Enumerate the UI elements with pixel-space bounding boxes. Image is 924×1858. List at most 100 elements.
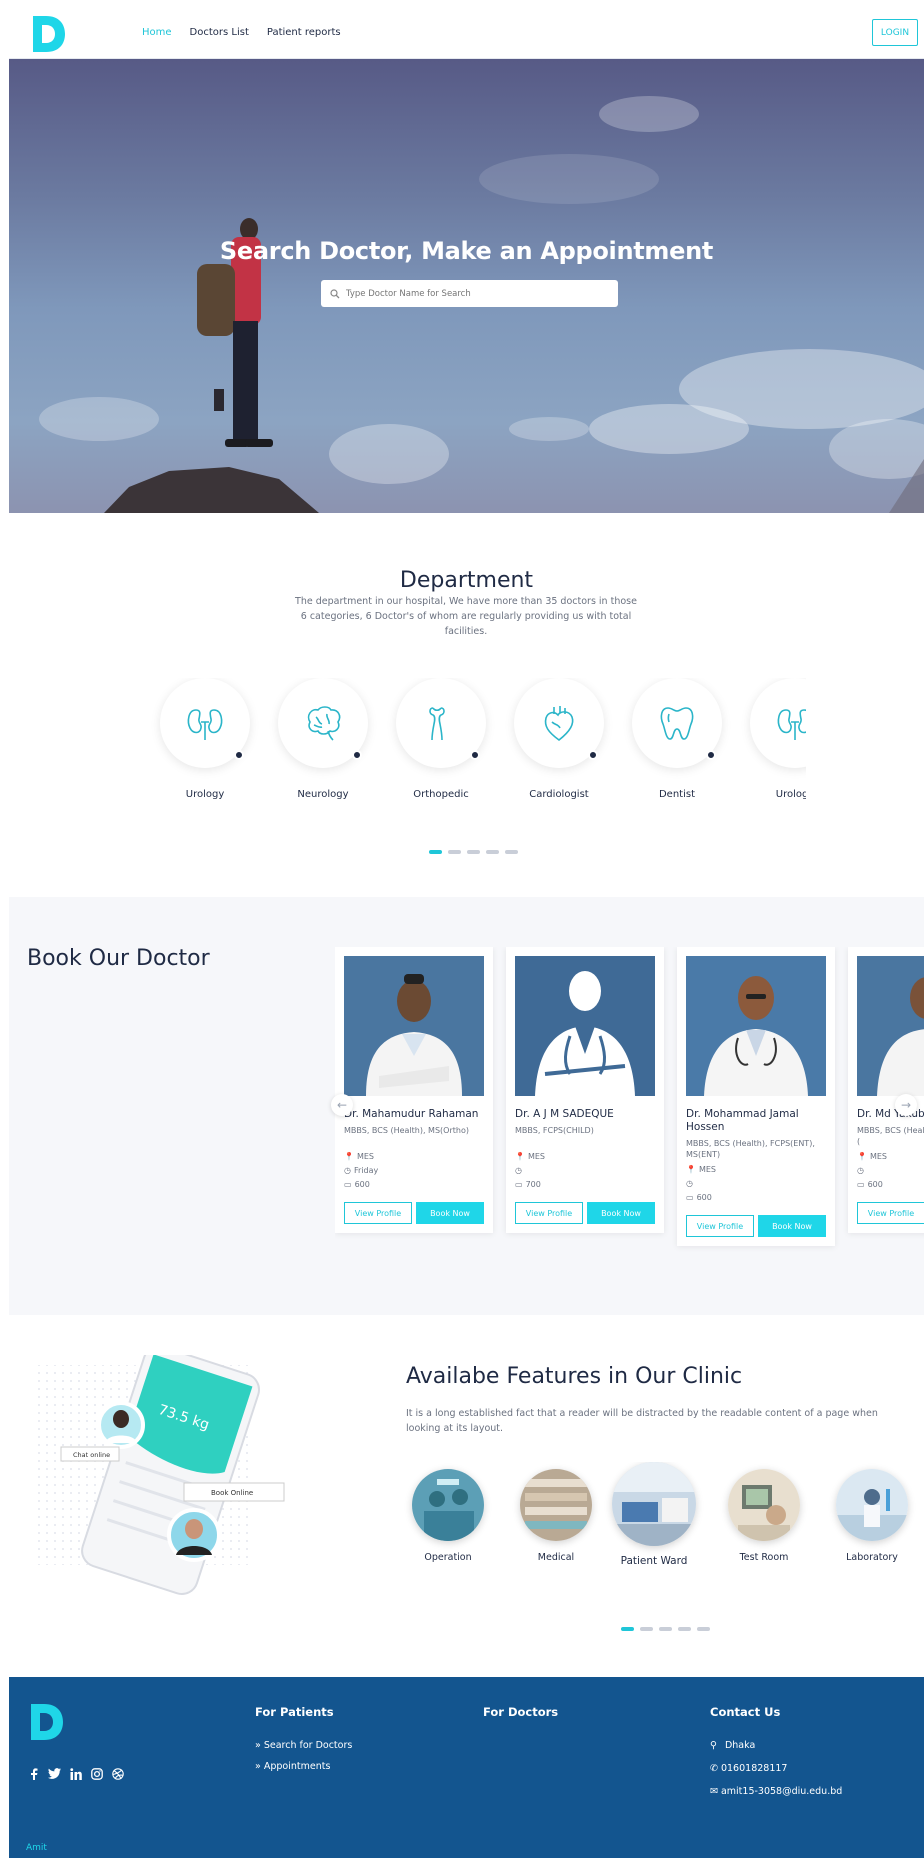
for-patients-heading: For Patients	[255, 1705, 334, 1719]
nav-patient-reports-link[interactable]: Patient reports	[267, 27, 341, 38]
nav-links: Home Doctors List Patient reports	[142, 27, 341, 38]
view-profile-button[interactable]: View Profile	[344, 1202, 412, 1224]
pager-dot[interactable]	[429, 850, 442, 854]
feature-label: Test Room	[739, 1552, 789, 1563]
linkedin-icon[interactable]	[69, 1767, 82, 1780]
footer-link-label: Appointments	[263, 1761, 331, 1772]
brain-icon	[307, 706, 341, 741]
doctor-card: Dr. Mohammad Jamal Hossen MBBS, BCS (Hea…	[677, 947, 835, 1246]
contact-email[interactable]: ✉ amit15-3058@diu.edu.bd	[710, 1786, 842, 1797]
contact-email-text: amit15-3058@diu.edu.bd	[720, 1786, 843, 1797]
bone-icon	[429, 707, 445, 741]
doctor-search-input[interactable]	[346, 288, 606, 299]
feature-item-medical[interactable]: Medical	[506, 1469, 606, 1563]
pager-dot[interactable]	[621, 1627, 634, 1631]
feature-item-patient-ward[interactable]: Patient Ward	[604, 1462, 704, 1567]
login-button[interactable]: LOGIN	[872, 19, 918, 46]
feature-photo	[836, 1469, 908, 1541]
book-doctor-section: Book Our Doctor Dr. Mahamudur Rahaman MB…	[9, 897, 924, 1315]
feature-label: Patient Ward	[620, 1555, 688, 1567]
doctor-placeholder-image	[515, 956, 655, 1096]
carousel-prev-arrow-icon[interactable]: ←	[331, 1094, 353, 1116]
doctor-card: Dr. Mahamudur Rahaman MBBS, BCS (Health)…	[335, 947, 493, 1233]
clock-icon: ◷	[857, 1166, 864, 1175]
department-item-urology[interactable]: Urology	[145, 678, 265, 800]
mobile-app-illustration: 73.5 kg Chat online Book Online	[34, 1355, 285, 1595]
doctor-name: Dr. Mahamudur Rahaman	[344, 1108, 479, 1120]
dribbble-icon[interactable]	[111, 1767, 124, 1780]
doctor-day: Friday	[353, 1166, 379, 1175]
feature-photo	[520, 1469, 592, 1541]
doctor-photo	[515, 956, 655, 1096]
pager-dot[interactable]	[505, 850, 518, 854]
pager-dot[interactable]	[678, 1627, 691, 1631]
doctor-photo	[857, 956, 924, 1096]
twitter-icon[interactable]	[48, 1767, 61, 1780]
view-profile-button[interactable]: View Profile	[686, 1215, 754, 1237]
department-item-orthopedic[interactable]: Orthopedic	[381, 678, 501, 800]
top-navbar: Home Doctors List Patient reports LOGIN	[9, 7, 924, 59]
features-pager	[621, 1627, 710, 1631]
footer-link-search-doctors[interactable]: » Search for Doctors	[255, 1740, 352, 1751]
pager-dot[interactable]	[697, 1627, 710, 1631]
department-item-cardiologist[interactable]: Cardiologist	[499, 678, 619, 800]
hero-banner: Search Doctor, Make an Appointment	[9, 59, 924, 513]
contact-city: ⚲ Dhaka	[710, 1740, 755, 1751]
pager-dot[interactable]	[467, 850, 480, 854]
features-section: 73.5 kg Chat online Book Online Availabe…	[9, 1315, 924, 1677]
instagram-icon[interactable]	[90, 1767, 103, 1780]
doctor-meta: 📍 MES ◷ ▭ 700	[515, 1150, 655, 1192]
department-icon-circle	[514, 678, 604, 768]
department-pager	[429, 850, 518, 854]
kidney-icon	[187, 709, 223, 740]
money-icon: ▭	[344, 1180, 352, 1189]
doctor-location: MES	[698, 1165, 717, 1174]
feature-item-laboratory[interactable]: Laboratory	[822, 1469, 922, 1563]
book-now-button[interactable]: Book Now	[758, 1215, 826, 1237]
feature-label: Medical	[537, 1552, 575, 1563]
department-item-urology-2[interactable]: Urology	[735, 678, 806, 800]
footer-link-label: Search for Doctors	[263, 1740, 353, 1751]
site-logo[interactable]	[29, 14, 67, 54]
nav-doctors-list-link[interactable]: Doctors List	[190, 27, 249, 38]
search-icon	[330, 288, 340, 298]
view-profile-button[interactable]: View Profile	[515, 1202, 583, 1224]
pager-dot[interactable]	[486, 850, 499, 854]
money-icon: ▭	[515, 1180, 523, 1189]
pager-dot[interactable]	[448, 850, 461, 854]
location-pin-icon: 📍	[344, 1152, 354, 1161]
doctor-portrait-image	[344, 956, 484, 1096]
department-dot	[234, 750, 244, 760]
book-doctor-title: Book Our Doctor	[27, 946, 210, 971]
department-dot	[588, 750, 598, 760]
feature-item-operation[interactable]: Operation	[398, 1469, 498, 1563]
features-title: Availabe Features in Our Clinic	[406, 1364, 743, 1389]
doctor-search-box[interactable]	[321, 280, 618, 307]
pager-dot[interactable]	[659, 1627, 672, 1631]
view-profile-button[interactable]: View Profile	[857, 1202, 924, 1224]
footer-link-appointments[interactable]: » Appointments	[255, 1761, 330, 1772]
doctor-name: Dr. Mohammad Jamal Hossen	[686, 1108, 799, 1133]
contact-phone[interactable]: ✆ 01601828117	[710, 1763, 787, 1774]
doctor-card: Dr. A J M SADEQUE MBBS, FCPS(CHILD) 📍 MES…	[506, 947, 664, 1233]
location-pin-icon: 📍	[515, 1152, 525, 1161]
book-now-button[interactable]: Book Now	[416, 1202, 484, 1224]
doctor-degrees: MBBS, BCS (Health), FCPS(ENT), MS(ENT)	[686, 1139, 815, 1159]
pager-dot[interactable]	[640, 1627, 653, 1631]
department-item-dentist[interactable]: Dentist	[617, 678, 737, 800]
department-label: Urology	[185, 789, 225, 800]
feature-item-test-room[interactable]: Test Room	[714, 1469, 814, 1563]
footer-logo[interactable]	[27, 1701, 65, 1743]
doctor-degrees: MBBS, BCS (Health), (Surgery), MS (	[857, 1126, 924, 1146]
doctor-fee: 700	[525, 1180, 541, 1189]
department-label: Urology	[775, 789, 806, 800]
doctor-card: Dr. Md Yakub MBBS, BCS (Health), (Surger…	[848, 947, 924, 1233]
feature-label: Laboratory	[846, 1552, 898, 1563]
carousel-next-arrow-icon[interactable]: →	[895, 1094, 917, 1116]
department-label: Neurology	[297, 789, 349, 800]
department-item-neurology[interactable]: Neurology	[263, 678, 383, 800]
nav-home-link[interactable]: Home	[142, 27, 172, 38]
department-icon-circle	[278, 678, 368, 768]
facebook-icon[interactable]	[27, 1767, 40, 1780]
book-now-button[interactable]: Book Now	[587, 1202, 655, 1224]
